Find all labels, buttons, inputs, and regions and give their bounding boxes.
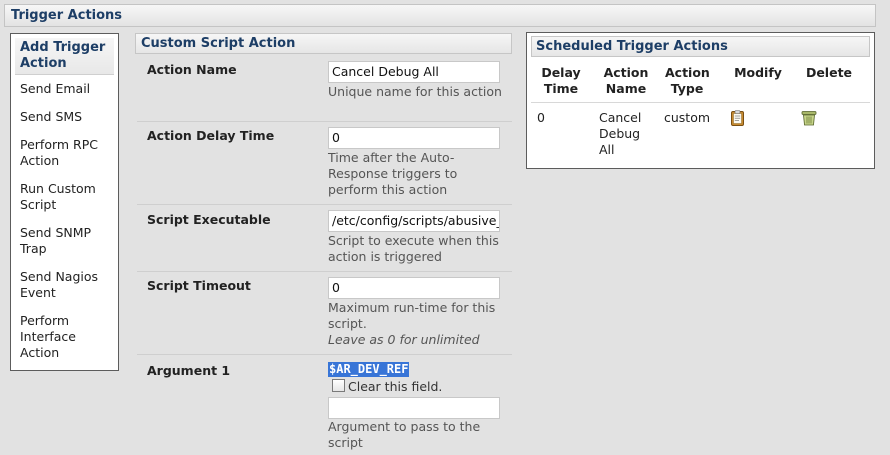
col-delete: Delete [805, 65, 853, 80]
sidebar-item-send-email[interactable]: Send Email [11, 81, 118, 97]
clear-field-option[interactable]: Clear this field. [332, 379, 442, 395]
menu-header: Add Trigger Action [15, 38, 114, 75]
sidebar-item-send-snmp-trap[interactable]: Send SNMP Trap [11, 225, 118, 257]
action-name-help: Unique name for this action [328, 84, 502, 99]
script-timeout-help-note: Leave as 0 for unlimited [328, 332, 480, 347]
row-action-name: Cancel Debug All [599, 110, 642, 157]
scheduled-trigger-actions-panel: Scheduled Trigger Actions Delay Time Act… [526, 32, 875, 169]
script-executable-help: Script to execute when this action is tr… [328, 233, 499, 264]
script-executable-label: Script Executable [147, 212, 271, 227]
script-timeout-input[interactable]: 0 [328, 277, 500, 299]
sidebar-item-send-nagios-event[interactable]: Send Nagios Event [11, 269, 118, 301]
row-action-type: custom [664, 110, 711, 125]
page-title: Trigger Actions [11, 8, 123, 23]
clear-field-label: Clear this field. [348, 379, 443, 394]
argument-1-input[interactable] [328, 397, 500, 419]
action-delay-label: Action Delay Time [147, 128, 275, 143]
script-timeout-help: Maximum run-time for this script. Leave … [328, 300, 508, 348]
form-title: Custom Script Action [141, 36, 296, 51]
row-delay: 0 [537, 110, 545, 125]
col-modify: Modify [734, 65, 782, 80]
action-delay-row: Action Delay Time 0 Time after the Auto-… [137, 122, 512, 205]
sidebar-item-perform-rpc-action[interactable]: Perform RPC Action [11, 137, 118, 169]
argument-1-help: Argument to pass to the script [328, 419, 481, 450]
argument-1-row: Argument 1 $AR_DEV_REF Clear this field.… [137, 355, 512, 455]
trash-can-icon[interactable] [801, 110, 817, 129]
script-executable-row: Script Executable /etc/config/scripts/ab… [137, 205, 512, 272]
action-name-row: Action Name Cancel Debug All Unique name… [137, 55, 512, 122]
script-timeout-help-text: Maximum run-time for this script. [328, 300, 496, 331]
sidebar-item-send-sms[interactable]: Send SMS [11, 109, 118, 125]
script-timeout-row: Script Timeout 0 Maximum run-time for th… [137, 272, 512, 355]
sidebar-item-perform-interface-action[interactable]: Perform Interface Action [11, 313, 118, 361]
clear-field-checkbox[interactable] [332, 379, 345, 392]
col-delay-time: Delay Time [541, 65, 581, 96]
header-divider [531, 102, 870, 103]
add-trigger-action-menu: Add Trigger Action Send Email Send SMS P… [10, 33, 119, 371]
clipboard-edit-icon[interactable] [731, 110, 744, 129]
action-delay-help: Time after the Auto-Response triggers to… [328, 150, 458, 197]
custom-script-action-header: Custom Script Action [135, 33, 512, 54]
action-name-input[interactable]: Cancel Debug All [328, 61, 500, 83]
script-timeout-label: Script Timeout [147, 278, 251, 293]
sidebar-item-run-custom-script[interactable]: Run Custom Script [11, 181, 118, 213]
col-action-name: Action Name [603, 65, 649, 96]
script-executable-input[interactable]: /etc/config/scripts/abusive_ [328, 210, 500, 232]
argument-1-current-value[interactable]: $AR_DEV_REF [328, 362, 410, 377]
col-action-type: Action Type [665, 65, 710, 96]
action-delay-input[interactable]: 0 [328, 127, 500, 149]
scheduled-title: Scheduled Trigger Actions [536, 39, 728, 54]
argument-1-label: Argument 1 [147, 363, 231, 378]
action-name-label: Action Name [147, 62, 237, 77]
page-title-bar: Trigger Actions [4, 4, 876, 27]
scheduled-header: Scheduled Trigger Actions [531, 36, 870, 57]
